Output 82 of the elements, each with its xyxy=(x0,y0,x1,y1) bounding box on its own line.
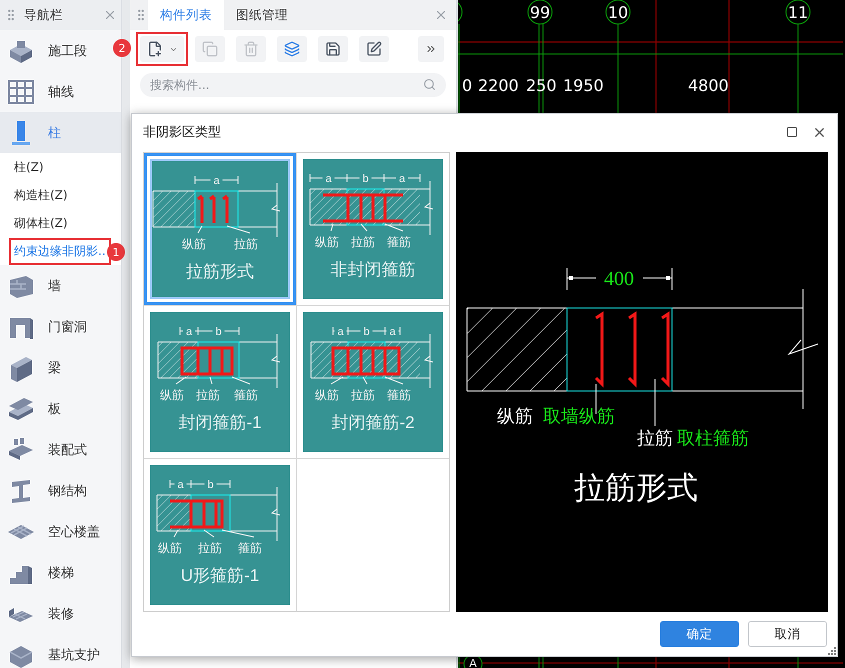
rebar-label: 纵筋 xyxy=(315,388,339,402)
rebar-label: 拉筋 xyxy=(351,235,375,249)
nav-item[interactable]: 梁 xyxy=(0,347,121,388)
option-title: 封闭箍筋-1 xyxy=(178,412,262,434)
panel-tab[interactable]: 图纸管理 xyxy=(224,0,300,30)
nav-item[interactable]: 板 xyxy=(0,388,121,429)
nav-subitem[interactable]: 约束边缘非阴影.. xyxy=(9,238,111,264)
axis-label: 11 xyxy=(788,3,808,22)
nav-item[interactable]: 空心楼盖 xyxy=(0,511,121,552)
dimension-label: a xyxy=(389,326,396,338)
dimension-value: 1950 xyxy=(563,76,604,95)
rebar-label: 箍筋 xyxy=(387,388,411,402)
double-arrow-icon xyxy=(425,43,437,55)
more-button[interactable] xyxy=(418,36,444,62)
nav-item[interactable]: 装配式 xyxy=(0,429,121,470)
copy-icon xyxy=(202,41,218,57)
option-title: 非封闭箍筋 xyxy=(330,259,416,281)
callout-note: 取柱箍筋 xyxy=(677,428,749,449)
callout-label: 拉筋 xyxy=(637,428,673,449)
axis-label: 99 xyxy=(530,3,550,22)
rebar-label: 箍筋 xyxy=(387,235,411,249)
nav-subitem[interactable]: 柱(Z) xyxy=(9,154,49,180)
dimension-label: a xyxy=(325,173,332,185)
dialog-title: 非阴影区类型 xyxy=(143,124,222,141)
rebar-label: 纵筋 xyxy=(158,541,182,555)
panel-tab[interactable]: 构件列表 xyxy=(148,0,224,30)
callout-label: 纵筋 xyxy=(497,406,533,427)
panel-title: 导航栏 xyxy=(24,6,64,24)
option-title: 封闭箍筋-2 xyxy=(331,412,415,434)
nav-item[interactable]: 装修 xyxy=(0,593,121,634)
toolbar-button[interactable] xyxy=(359,36,389,62)
new-file-icon xyxy=(146,41,162,57)
stacked-squares-icon xyxy=(284,41,300,57)
toolbar-button[interactable] xyxy=(140,36,184,62)
resize-grip-icon[interactable] xyxy=(828,647,836,655)
axis-label: 10 xyxy=(608,3,628,22)
nav-item[interactable]: 基坑支护 xyxy=(0,634,121,668)
dimension-value: 0 xyxy=(462,76,472,95)
toolbar-button[interactable] xyxy=(277,36,307,62)
dimension-label: b xyxy=(363,326,370,338)
rebar-label: 纵筋 xyxy=(160,388,184,402)
nav-item[interactable]: 墙 xyxy=(0,265,121,306)
dimension-label: b xyxy=(207,479,214,491)
step-badge: 1 xyxy=(107,243,125,261)
nav-item[interactable]: 楼梯 xyxy=(0,552,121,593)
dimension-value: 4800 xyxy=(688,76,729,95)
axis-label: A xyxy=(469,657,477,668)
nav-subitem[interactable]: 砌体柱(Z) xyxy=(9,210,73,236)
callout-note: 取墙纵筋 xyxy=(543,406,615,427)
rebar-label: 拉筋 xyxy=(198,541,222,555)
nav-subitem[interactable]: 构造柱(Z) xyxy=(9,182,73,208)
dimension-label: b xyxy=(362,173,369,185)
rebar-label: 箍筋 xyxy=(238,541,262,555)
dimension-label: b xyxy=(215,326,222,338)
toolbar-button[interactable] xyxy=(318,36,348,62)
search-icon xyxy=(423,78,436,91)
nav-item[interactable]: 门窗洞 xyxy=(0,306,121,347)
rebar-label: 纵筋 xyxy=(182,237,206,251)
dimension-label: a xyxy=(337,326,344,338)
rebar-label: 拉筋 xyxy=(234,237,258,251)
dimension-label: a xyxy=(177,479,184,491)
trash-icon xyxy=(243,41,259,57)
rebar-label: 拉筋 xyxy=(351,388,375,402)
preview-title: 拉筋形式 xyxy=(574,470,698,506)
dimension-label: a xyxy=(213,175,220,187)
dimension-label: a xyxy=(398,173,406,185)
dimension-value: 400 xyxy=(604,268,634,290)
nav-item[interactable]: 轴线 xyxy=(0,71,121,112)
maximize-icon[interactable] xyxy=(786,126,798,138)
confirm-button[interactable]: 确定 xyxy=(660,621,739,647)
option-title: 拉筋形式 xyxy=(186,261,254,283)
option-title: U形箍筋-1 xyxy=(180,565,260,587)
rebar-label: 纵筋 xyxy=(315,235,339,249)
rebar-label: 箍筋 xyxy=(234,388,258,402)
search-field[interactable]: 搜索构件... xyxy=(140,73,446,97)
dimension-label: a xyxy=(186,326,192,338)
edit-icon xyxy=(366,41,382,57)
nav-item[interactable]: 钢结构 xyxy=(0,470,121,511)
save-icon xyxy=(325,41,341,57)
dimension-value: 2200 xyxy=(478,76,519,95)
rebar-label: 拉筋 xyxy=(196,388,220,402)
cancel-button[interactable]: 取消 xyxy=(748,621,827,647)
